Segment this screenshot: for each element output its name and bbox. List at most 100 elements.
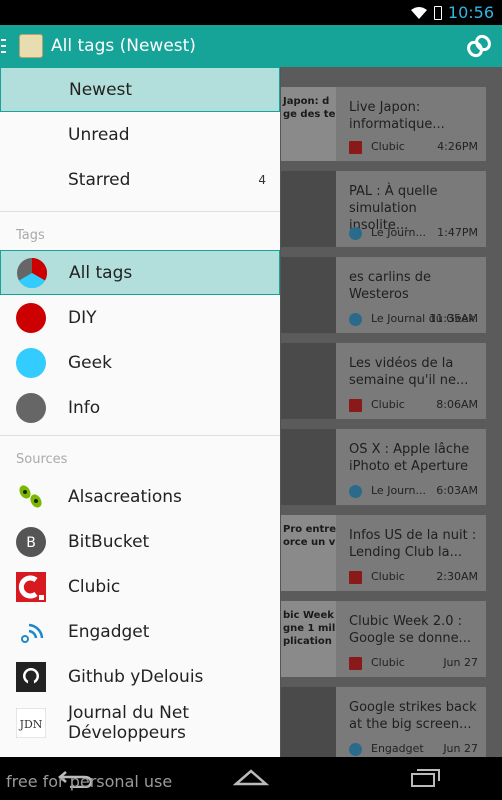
article-source: Clubic bbox=[371, 656, 405, 669]
source-label: Alsacreations bbox=[68, 486, 182, 507]
filter-unread[interactable]: Unread bbox=[0, 112, 280, 157]
tag-label: All tags bbox=[69, 262, 133, 283]
article-source: Le Journ... bbox=[371, 484, 426, 497]
article-card[interactable]: Pro entre orce un vi Infos US de la nuit … bbox=[281, 515, 486, 591]
article-time: Jun 27 bbox=[443, 742, 478, 755]
tags-section-header: Tags bbox=[0, 212, 280, 250]
source-label: Github yDelouis bbox=[68, 666, 204, 687]
clubic-icon bbox=[16, 571, 46, 602]
article-time: 1:47PM bbox=[437, 226, 478, 239]
status-bar: 10:56 bbox=[0, 0, 502, 25]
article-time: 2:30AM bbox=[436, 570, 478, 583]
tag-info[interactable]: Info bbox=[0, 385, 280, 430]
article-title: es carlins de Westeros bbox=[349, 270, 431, 302]
source-alsacreations[interactable]: Alsacreations bbox=[0, 474, 280, 519]
article-time: 8:06AM bbox=[436, 398, 478, 411]
article-thumbnail bbox=[281, 687, 336, 757]
wifi-icon bbox=[410, 6, 427, 19]
article-time: Jun 27 bbox=[443, 656, 478, 669]
article-source-icon bbox=[349, 657, 362, 670]
tag-all-tags[interactable]: All tags bbox=[0, 250, 280, 295]
article-thumbnail: Japon: d ge des te bbox=[281, 87, 336, 161]
filter-newest[interactable]: Newest bbox=[0, 67, 280, 112]
tag-color-dot-icon bbox=[16, 302, 46, 333]
source-github-ydelouis[interactable]: Github yDelouis bbox=[0, 654, 280, 699]
clock: 10:56 bbox=[447, 3, 494, 22]
tag-label: Geek bbox=[68, 352, 112, 373]
github-icon bbox=[16, 661, 46, 692]
all-tags-pie-icon bbox=[17, 257, 47, 288]
article-time: 11:35AM bbox=[429, 312, 478, 325]
article-card[interactable]: bic Week gne 1 milli plication Clubic Wee… bbox=[281, 601, 486, 677]
source-label: Clubic bbox=[68, 576, 121, 597]
article-source-icon bbox=[349, 313, 362, 326]
article-card[interactable]: es carlins de Westeros Le Journal du Geek… bbox=[281, 257, 486, 333]
action-bar: All tags (Newest) bbox=[0, 25, 502, 67]
tag-label: DIY bbox=[68, 307, 97, 328]
source-bitbucket[interactable]: B BitBucket bbox=[0, 519, 280, 564]
source-journal-du-net[interactable]: JDN Journal du Net Développeurs bbox=[0, 699, 280, 747]
article-thumbnail bbox=[281, 343, 336, 419]
filter-label: Newest bbox=[69, 79, 133, 100]
recent-apps-icon[interactable] bbox=[410, 768, 442, 788]
drawer-indicator-icon[interactable] bbox=[1, 39, 9, 53]
source-label: Engadget bbox=[68, 621, 150, 642]
article-source: Le Journ... bbox=[371, 226, 426, 239]
article-card[interactable]: Google strikes back at the big screen...… bbox=[281, 687, 486, 757]
section-title: Tags bbox=[16, 228, 45, 243]
article-card[interactable]: PAL : À quelle simulation insolite... Le … bbox=[281, 171, 486, 247]
source-label: Journal du Net Développeurs bbox=[68, 703, 190, 743]
starred-count: 4 bbox=[258, 172, 266, 187]
source-label: BitBucket bbox=[68, 531, 150, 552]
article-source-icon bbox=[349, 743, 362, 756]
svg-text:JDN: JDN bbox=[19, 718, 43, 731]
home-icon[interactable] bbox=[233, 768, 269, 786]
jdn-icon: JDN bbox=[16, 708, 46, 738]
filter-label: Unread bbox=[68, 124, 130, 145]
article-thumbnail: bic Week gne 1 milli plication bbox=[281, 601, 336, 677]
bitbucket-icon: B bbox=[16, 526, 46, 557]
article-card[interactable]: Les vidéos de la semaine qu'il ne... Club… bbox=[281, 343, 486, 419]
tag-color-dot-icon bbox=[16, 392, 46, 423]
sources-section-header: Sources bbox=[0, 436, 280, 474]
article-source: Clubic bbox=[371, 570, 405, 583]
filter-label: Starred bbox=[68, 169, 131, 190]
source-clubic[interactable]: Clubic bbox=[0, 564, 280, 609]
page-title: All tags (Newest) bbox=[51, 36, 196, 56]
article-title: OS X : Apple lâche iPhoto et Aperture bbox=[349, 442, 470, 474]
filter-starred[interactable]: Starred 4 bbox=[0, 157, 280, 202]
app-logo-icon[interactable] bbox=[19, 34, 43, 58]
tag-label: Info bbox=[68, 397, 101, 418]
article-time: 6:03AM bbox=[436, 484, 478, 497]
article-source-icon bbox=[349, 485, 362, 498]
article-source-icon bbox=[349, 571, 362, 584]
article-title: Live Japon: informatique... bbox=[349, 100, 445, 132]
article-card[interactable]: OS X : Apple lâche iPhoto et Aperture Le … bbox=[281, 429, 486, 505]
article-title: Les vidéos de la semaine qu'il ne... bbox=[349, 356, 469, 388]
article-title: Clubic Week 2.0 : Google se donne... bbox=[349, 614, 471, 646]
watermark: free for personal use bbox=[6, 772, 173, 791]
article-title: Google strikes back at the big screen... bbox=[349, 700, 477, 732]
article-source-icon bbox=[349, 141, 362, 154]
article-thumbnail: Pro entre orce un vi bbox=[281, 515, 336, 591]
source-engadget[interactable]: Engadget bbox=[0, 609, 280, 654]
navigation-drawer: Newest Unread Starred 4 Tags All tags DI… bbox=[0, 67, 281, 757]
article-time: 4:26PM bbox=[437, 140, 478, 153]
article-thumbnail bbox=[281, 257, 336, 333]
article-source-icon bbox=[349, 399, 362, 412]
article-source: Engadget bbox=[371, 742, 424, 755]
article-source: Clubic bbox=[371, 140, 405, 153]
section-title: Sources bbox=[16, 452, 68, 467]
article-source-icon bbox=[349, 227, 362, 240]
engadget-icon bbox=[21, 623, 44, 643]
article-card[interactable]: Japon: d ge des te Live Japon: informatiq… bbox=[281, 87, 486, 161]
svg-text:B: B bbox=[26, 535, 36, 551]
sync-icon[interactable] bbox=[466, 34, 492, 58]
tag-geek[interactable]: Geek bbox=[0, 340, 280, 385]
article-thumbnail bbox=[281, 171, 336, 247]
article-source: Clubic bbox=[371, 398, 405, 411]
article-title: Infos US de la nuit : Lending Club la... bbox=[349, 528, 477, 560]
tag-diy[interactable]: DIY bbox=[0, 295, 280, 340]
battery-icon bbox=[433, 5, 442, 20]
alsacreations-icon bbox=[19, 484, 42, 508]
